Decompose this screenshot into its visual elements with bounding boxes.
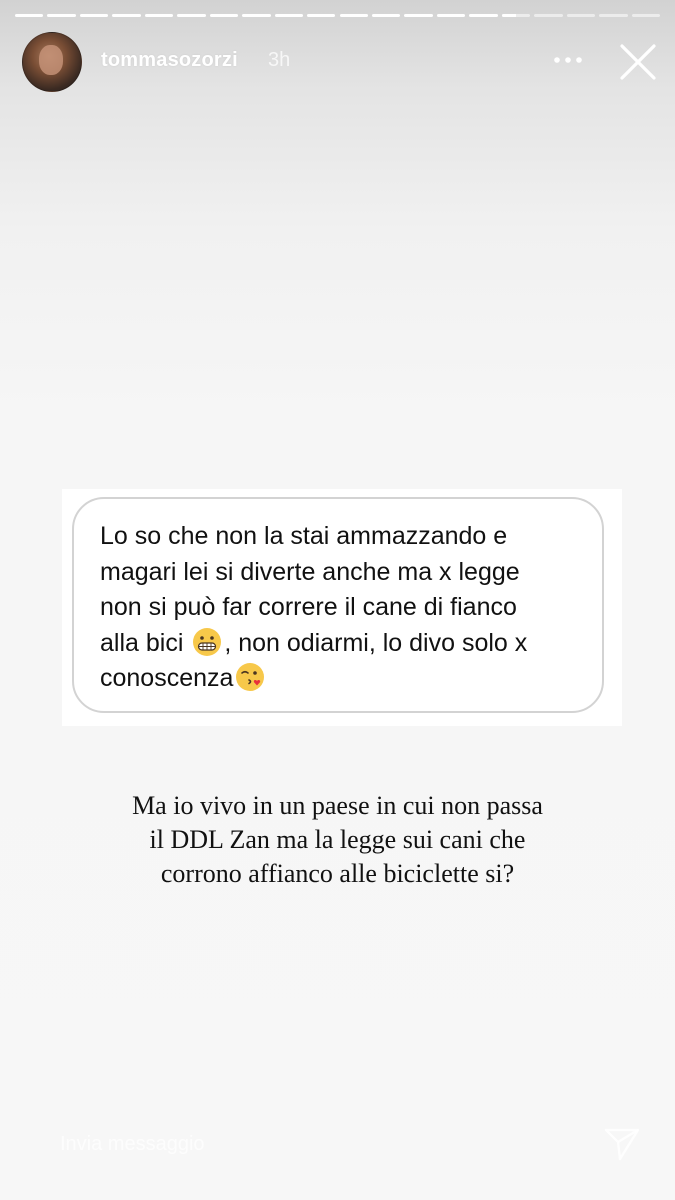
story-progress-fill [15,14,44,17]
post-timestamp: 3h [268,49,291,71]
story-progress-segment [599,14,628,17]
story-progress-fill [404,14,433,17]
story-progress-segment [339,14,368,17]
story-progress-segment [501,14,531,17]
story-progress-segment [436,14,466,17]
username[interactable]: tommasozorzi [101,49,238,72]
story-progress-segment [177,14,206,17]
story-progress-segment [79,14,109,17]
more-options-icon[interactable] [552,46,584,74]
story-progress-fill [436,14,466,17]
story-progress-fill [501,14,516,17]
story-progress-fill [79,14,109,17]
story-progress-fill [469,14,498,17]
close-icon[interactable] [618,42,658,82]
story-progress-segment [112,14,141,17]
story-progress-fill [371,14,401,17]
question-sticker: Lo so che non la stai ammazzando e magar… [72,497,604,713]
paper-plane-icon[interactable] [603,1126,641,1162]
story-progress-fill [177,14,206,17]
story-progress-segment [242,14,271,17]
story-progress-fill [339,14,368,17]
story-progress-fill [47,14,76,17]
story-progress-segment [15,14,44,17]
story-progress-segment [404,14,433,17]
story-view[interactable]: tommasozorzi 3h Lo so che non la stai am… [0,0,675,1200]
reply-input[interactable]: Invia messaggio [60,1133,205,1156]
grimacing-face-emoji-icon [193,627,222,656]
story-progress-segment [534,14,563,17]
story-progress-segment [47,14,76,17]
face-blowing-kiss-emoji-icon [236,663,265,691]
story-progress-segment [307,14,336,17]
answer-text: Ma io vivo in un paese in cui non passa … [132,791,543,888]
story-progress-segment [469,14,498,17]
story-progress-fill [274,14,304,17]
story-progress-fill [242,14,271,17]
story-progress-segment [274,14,304,17]
story-progress-segment [566,14,596,17]
story-progress-fill [209,14,239,17]
story-progress-fill [144,14,174,17]
story-progress-bar [15,14,660,18]
story-progress-segment [631,14,660,17]
avatar[interactable] [22,32,82,92]
story-progress-fill [307,14,336,17]
story-progress-segment [209,14,239,17]
question-text: Lo so che non la stai ammazzando e magar… [100,522,528,692]
story-progress-segment [371,14,401,17]
story-progress-fill [112,14,141,17]
avatar-photo [39,45,63,75]
story-progress-segment [144,14,174,17]
